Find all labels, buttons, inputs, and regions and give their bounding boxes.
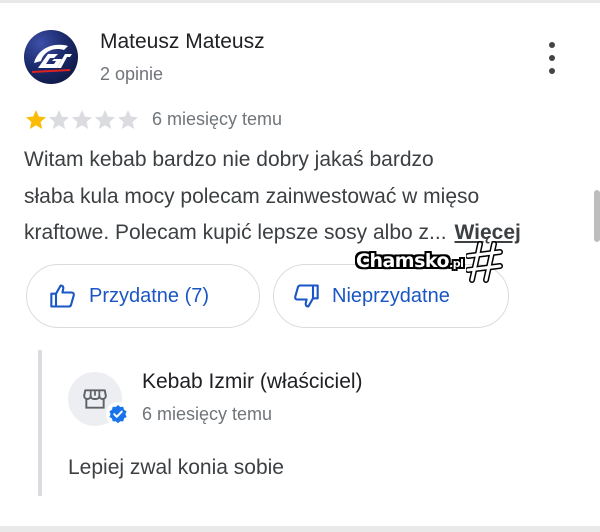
helpful-button[interactable]: Przydatne (7) xyxy=(26,264,260,328)
reviewer-name[interactable]: Mateusz Mateusz xyxy=(100,30,265,54)
more-vert-icon-dot xyxy=(549,68,555,74)
review-date: 6 miesięcy temu xyxy=(152,109,283,129)
watermark: Chamsko.pl xyxy=(354,240,504,284)
star-filled-icon xyxy=(26,110,46,129)
review-text-line: Witam kebab bardzo nie dobry jakaś bardz… xyxy=(24,148,434,171)
more-options-button[interactable] xyxy=(540,40,564,76)
star-empty-icon xyxy=(95,110,115,129)
watermark-text: Chamsko.pl xyxy=(356,250,464,272)
watermark-tld: .pl xyxy=(449,257,464,270)
helpful-label: Przydatne (7) xyxy=(89,284,210,307)
reply-indent-bar xyxy=(38,350,42,496)
reviewer-avatar[interactable] xyxy=(24,30,78,84)
thumb-up-icon xyxy=(50,284,75,308)
owner-reply-text: Lepiej zwal konia sobie xyxy=(68,456,284,479)
not-helpful-label: Nieprzydatne xyxy=(332,284,450,307)
reviewer-review-count: 2 opinie xyxy=(100,64,164,84)
watermark-brand: Chamsko xyxy=(356,250,450,272)
review-text: Witam kebab bardzo nie dobry jakaś bardz… xyxy=(24,142,584,252)
verified-badge-icon xyxy=(109,405,127,424)
store-icon xyxy=(83,389,107,409)
bottom-border xyxy=(0,526,600,532)
verified-badge xyxy=(106,402,130,426)
owner-reply-date: 6 miesięcy temu xyxy=(142,404,273,424)
top-border xyxy=(0,0,600,3)
star-empty-icon xyxy=(72,110,92,129)
star-empty-icon xyxy=(49,110,69,129)
thumb-down-icon xyxy=(294,284,319,308)
scrollbar-thumb[interactable] xyxy=(594,190,600,242)
gt-logo-icon xyxy=(31,44,72,73)
owner-name: Kebab Izmir (właściciel) xyxy=(142,370,363,393)
star-empty-icon xyxy=(118,110,138,129)
more-vert-icon xyxy=(549,42,555,48)
review-text-line: słaba kula mocy polecam zainwestować w m… xyxy=(24,184,480,208)
more-vert-icon-dot xyxy=(549,55,555,61)
hash-logo-icon xyxy=(466,241,503,283)
